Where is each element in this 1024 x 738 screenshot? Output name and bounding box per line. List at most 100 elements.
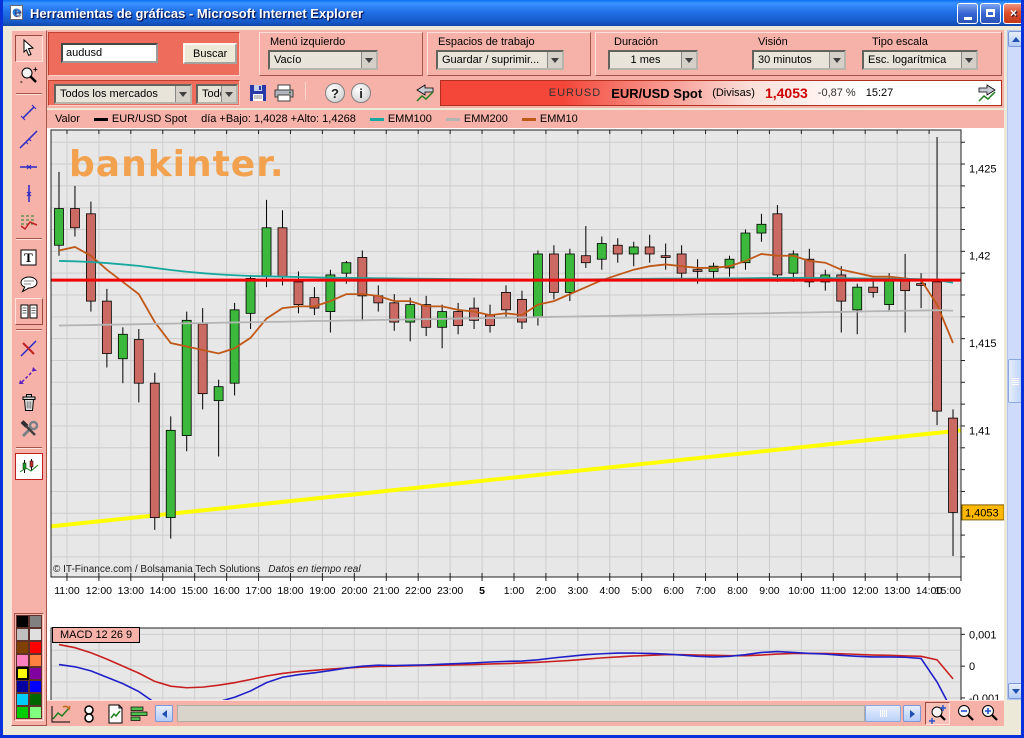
legend-emm10: EMM10 <box>522 113 578 125</box>
palette-color-8[interactable] <box>16 667 29 680</box>
chart-book-tool[interactable] <box>15 298 43 325</box>
search-button[interactable]: Buscar <box>183 43 237 64</box>
vertical-scrollbar[interactable] <box>1007 30 1024 700</box>
macd-chart-svg[interactable]: 0,0010-0,001 <box>47 598 1004 700</box>
dropdown-arrow-icon[interactable] <box>175 86 190 102</box>
volume-bars-button[interactable] <box>127 702 151 726</box>
palette-color-1[interactable] <box>29 615 42 628</box>
palette-color-11[interactable] <box>29 680 42 693</box>
zoom-tool[interactable]: +- <box>15 62 43 89</box>
types-dropdown[interactable]: Todos <box>196 84 238 104</box>
x-axis-label: 2:00 <box>536 585 557 597</box>
settings-tools[interactable] <box>15 416 43 443</box>
new-chart-button[interactable] <box>49 702 73 726</box>
macd-label[interactable]: MACD 12 26 9 <box>52 627 140 643</box>
ticker-time: 15:27 <box>866 87 894 99</box>
palette-color-0[interactable] <box>16 615 29 628</box>
move-line-tool[interactable] <box>15 362 43 389</box>
scale-type-dropdown[interactable]: Esc. logarítmica <box>862 50 978 70</box>
dropdown-arrow-icon[interactable] <box>547 52 562 68</box>
pan-zoom-button[interactable] <box>925 702 950 725</box>
previous-chart-button[interactable] <box>413 81 437 105</box>
candlestick-chart-icon <box>18 456 40 478</box>
palette-color-10[interactable] <box>16 680 29 693</box>
candle-body <box>565 254 574 292</box>
price-chart[interactable]: bankinter.11:0012:0013:0014:0015:0016:00… <box>47 128 1004 598</box>
horizontal-line-tool[interactable] <box>15 153 43 180</box>
search-input[interactable] <box>61 43 158 63</box>
horizontal-line-icon <box>18 156 40 178</box>
workspaces-label: Espacios de trabajo <box>438 36 535 48</box>
workspaces-dropdown[interactable]: Guardar / suprimir... <box>436 50 564 70</box>
palette-color-14[interactable] <box>16 706 29 719</box>
trash-tool[interactable] <box>15 389 43 416</box>
markets-dropdown[interactable]: Todos los mercados <box>54 84 192 104</box>
duration-dropdown[interactable]: 1 mes <box>608 50 698 70</box>
palette-color-15[interactable] <box>29 706 42 719</box>
segment-tool[interactable] <box>15 99 43 126</box>
palette-color-7[interactable] <box>29 654 42 667</box>
palette-color-13[interactable] <box>29 693 42 706</box>
close-button[interactable]: × <box>1003 3 1024 24</box>
palette-color-9[interactable] <box>29 667 42 680</box>
minimize-button[interactable] <box>957 3 978 24</box>
candle-body <box>358 257 367 295</box>
left-menu-label: Menú izquierdo <box>270 36 345 48</box>
zoom-in-button[interactable] <box>977 702 1002 725</box>
toolbar-separator <box>305 82 306 100</box>
dropdown-arrow-icon[interactable] <box>829 52 844 68</box>
x-axis-label: 22:00 <box>405 585 431 597</box>
x-axis-label: 11:00 <box>821 585 847 597</box>
vision-dropdown[interactable]: 30 minutos <box>752 50 846 70</box>
svg-text:+: + <box>33 65 38 74</box>
palette-color-6[interactable] <box>16 654 29 667</box>
vertical-line-tool[interactable] <box>15 180 43 207</box>
horizontal-scrollbar-thumb[interactable] <box>865 705 901 722</box>
candle-body <box>198 324 207 394</box>
candle-body <box>581 256 590 263</box>
candle-body <box>246 278 255 313</box>
text-tool[interactable]: T <box>15 244 43 271</box>
link-charts-button[interactable] <box>77 702 101 726</box>
scroll-right-button[interactable] <box>903 705 921 722</box>
dropdown-arrow-icon[interactable] <box>961 52 976 68</box>
dropdown-arrow-icon[interactable] <box>221 86 236 102</box>
palette-color-2[interactable] <box>16 628 29 641</box>
candle-body <box>294 282 303 305</box>
instrument-ticker[interactable]: EURUSD EUR/USD Spot (Divisas) 1,4053 -0,… <box>440 80 1002 106</box>
palette-color-12[interactable] <box>16 693 29 706</box>
price-chart-svg[interactable]: bankinter.11:0012:0013:0014:0015:0016:00… <box>47 128 1004 598</box>
delete-line-tool[interactable] <box>15 335 43 362</box>
x-axis-label: 7:00 <box>695 585 716 597</box>
scroll-down-button[interactable] <box>1008 683 1023 699</box>
scroll-up-button[interactable] <box>1008 31 1023 47</box>
comment-tool[interactable] <box>15 271 43 298</box>
chart-report-button[interactable] <box>103 702 127 726</box>
emm100-color-swatch <box>370 118 384 121</box>
vertical-scrollbar-thumb[interactable] <box>1008 359 1023 403</box>
macd-chart[interactable]: 0,0010-0,001 <box>47 598 1004 700</box>
text-icon: T <box>18 247 40 269</box>
select-cursor-tool[interactable] <box>15 35 43 62</box>
palette-color-3[interactable] <box>29 628 42 641</box>
dropdown-arrow-icon[interactable] <box>361 52 376 68</box>
candle-body <box>677 254 686 273</box>
candle-body <box>342 263 351 273</box>
help-button[interactable]: ? <box>323 81 347 105</box>
save-button[interactable] <box>246 81 270 105</box>
info-button[interactable]: i <box>349 81 373 105</box>
maximize-button[interactable] <box>980 3 1001 24</box>
candle-body <box>278 228 287 277</box>
print-button[interactable] <box>272 81 296 105</box>
scroll-left-button[interactable] <box>155 705 173 722</box>
palette-color-4[interactable] <box>16 641 29 654</box>
zoom-out-button[interactable] <box>953 702 978 725</box>
dropdown-arrow-icon[interactable] <box>681 52 696 68</box>
line-tool[interactable] <box>15 126 43 153</box>
horizontal-scrollbar-track[interactable] <box>177 705 865 722</box>
mini-chart-tool[interactable] <box>15 453 43 480</box>
palette-color-5[interactable] <box>29 641 42 654</box>
left-menu-dropdown[interactable]: Vacío <box>268 50 378 70</box>
next-chart-button[interactable] <box>975 82 999 104</box>
fibonacci-tool[interactable] <box>15 207 43 234</box>
